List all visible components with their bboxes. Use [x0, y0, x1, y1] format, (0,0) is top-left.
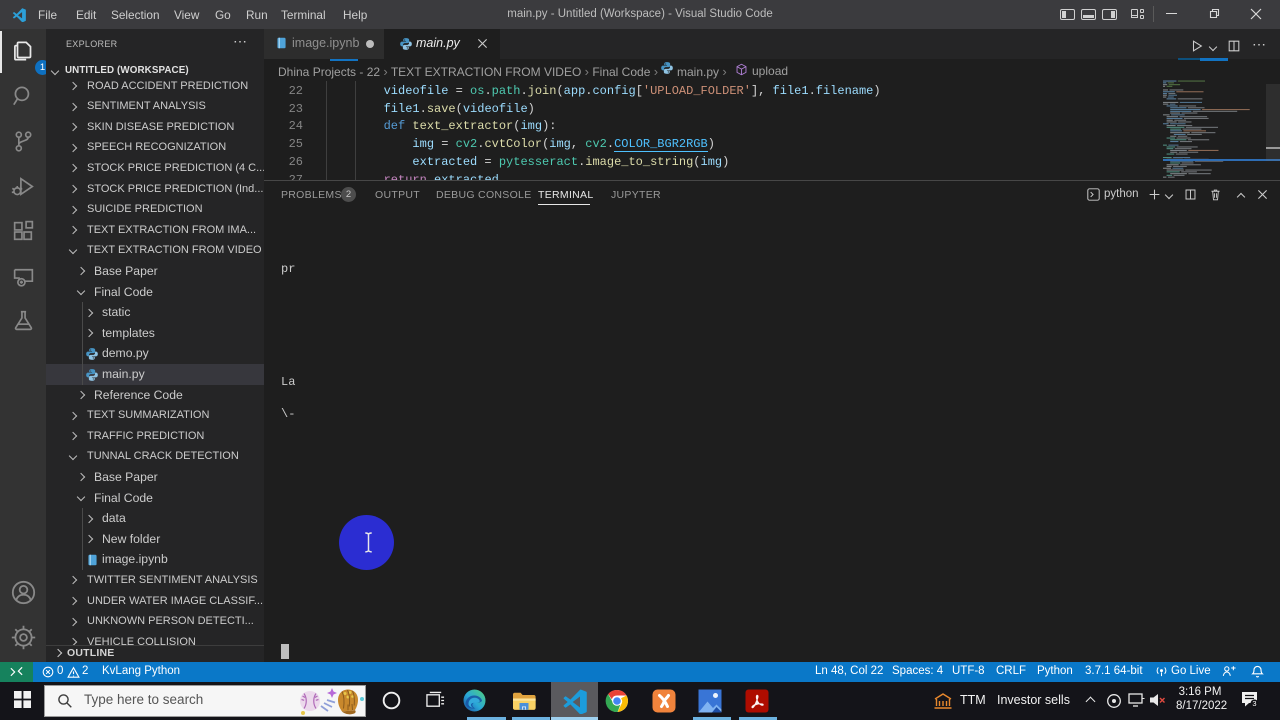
svg-text:3: 3 — [1252, 699, 1256, 708]
